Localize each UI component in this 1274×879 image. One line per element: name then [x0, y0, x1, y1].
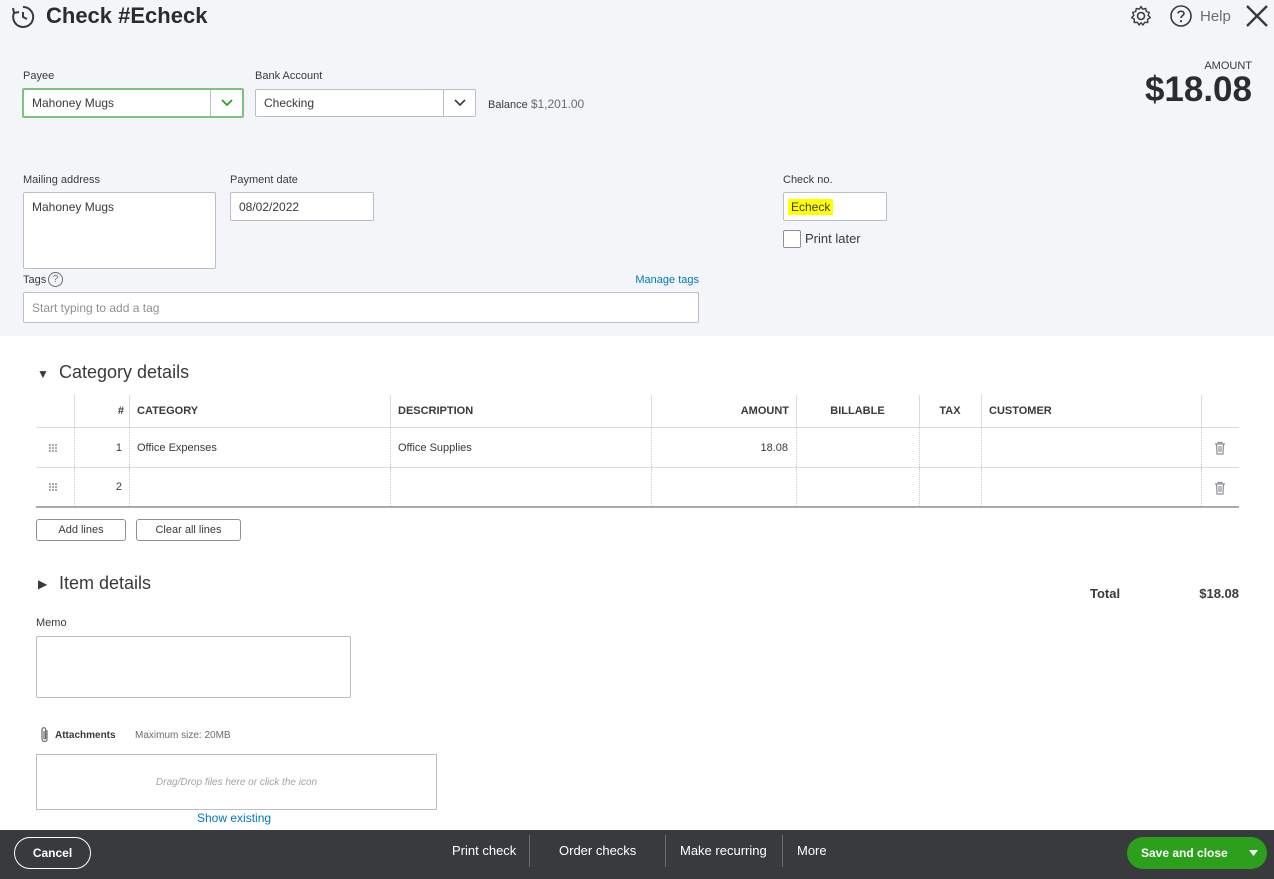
item-details-title[interactable]: Item details	[59, 573, 151, 594]
expand-triangle-icon[interactable]: ▶	[38, 577, 47, 591]
clear-all-lines-button[interactable]: Clear all lines	[136, 519, 241, 541]
recent-history-icon[interactable]	[10, 4, 36, 30]
payee-value: Mahoney Mugs	[32, 96, 115, 110]
attachments-max-size: Maximum size: 20MB	[135, 730, 231, 741]
footer-bar: Cancel Print check Order checks Make rec…	[0, 830, 1274, 879]
page-title: Check #Echeck	[46, 3, 208, 28]
save-and-close-label: Save and close	[1141, 846, 1228, 860]
drag-handle-icon[interactable]	[48, 482, 58, 492]
row-description[interactable]: Office Supplies	[398, 428, 472, 467]
mailing-address-label: Mailing address	[23, 174, 101, 186]
balance: Balance $1,201.00	[488, 97, 584, 111]
footer-divider	[665, 835, 666, 867]
col-billable: BILLABLE	[830, 405, 885, 417]
payment-date-value: 08/02/2022	[239, 199, 300, 214]
row-number: 2	[115, 481, 122, 493]
attachments-label: Attachments	[55, 730, 116, 741]
drag-handle-icon[interactable]	[48, 443, 58, 453]
bank-account-select[interactable]: Checking	[255, 89, 476, 117]
tags-label: Tags	[23, 274, 47, 286]
manage-tags-link[interactable]: Manage tags	[600, 274, 699, 286]
col-customer: CUSTOMER	[989, 405, 1052, 417]
payment-date-label: Payment date	[230, 174, 298, 186]
save-options-dropdown[interactable]	[1239, 837, 1267, 869]
check-no-value: Echeck	[788, 198, 834, 215]
trash-icon[interactable]	[1214, 481, 1226, 495]
show-existing-link[interactable]: Show existing	[197, 811, 271, 825]
collapse-triangle-icon[interactable]: ▼	[37, 367, 49, 381]
bank-account-value: Checking	[264, 96, 315, 110]
col-number: #	[117, 405, 124, 417]
total-label: Total	[1090, 586, 1121, 601]
print-check-link[interactable]: Print check	[452, 830, 516, 870]
tags-input[interactable]: Start typing to add a tag	[23, 292, 699, 323]
category-details-title[interactable]: Category details	[59, 362, 189, 383]
make-recurring-link[interactable]: Make recurring	[680, 830, 767, 870]
tags-help-icon[interactable]: ?	[48, 272, 63, 287]
payment-date-input[interactable]: 08/02/2022	[230, 192, 374, 221]
balance-value: $1,201.00	[530, 97, 585, 111]
bank-account-label: Bank Account	[255, 70, 323, 82]
more-link[interactable]: More	[797, 830, 827, 870]
check-no-input[interactable]: Echeck	[783, 192, 887, 221]
bank-account-dropdown-toggle[interactable]	[443, 90, 475, 116]
footer-divider	[529, 835, 530, 867]
payee-dropdown-toggle[interactable]	[210, 90, 242, 116]
help-link[interactable]: Help	[1200, 8, 1231, 25]
footer-divider	[782, 835, 783, 867]
check-no-label: Check no.	[783, 174, 833, 186]
close-icon[interactable]	[1244, 3, 1270, 29]
col-category: CATEGORY	[137, 405, 199, 417]
payee-label: Payee	[23, 70, 55, 82]
col-amount: AMOUNT	[740, 405, 789, 417]
memo-textarea[interactable]	[36, 636, 351, 698]
cancel-button[interactable]: Cancel	[14, 837, 91, 869]
help-icon[interactable]	[1169, 4, 1193, 28]
category-table: # CATEGORY DESCRIPTION AMOUNT BILLABLE T…	[36, 395, 1239, 508]
tags-placeholder: Start typing to add a tag	[32, 300, 160, 315]
paperclip-icon	[41, 727, 48, 743]
amount-value: $18.08	[1144, 70, 1252, 109]
gear-icon[interactable]	[1129, 4, 1153, 28]
table-row[interactable]: 1 Office Expenses Office Supplies 18.08	[36, 428, 1239, 468]
payee-select[interactable]: Mahoney Mugs	[22, 88, 244, 118]
chevron-down-icon	[220, 99, 233, 107]
table-row[interactable]: 2	[36, 468, 1239, 508]
table-header-row: # CATEGORY DESCRIPTION AMOUNT BILLABLE T…	[36, 395, 1239, 428]
col-description: DESCRIPTION	[398, 405, 474, 417]
trash-icon[interactable]	[1214, 441, 1226, 455]
mailing-address-value: Mahoney Mugs	[32, 200, 115, 214]
memo-label: Memo	[36, 617, 67, 629]
balance-label: Balance	[488, 99, 528, 111]
row-category[interactable]: Office Expenses	[137, 428, 217, 467]
attachments-dropzone[interactable]: Drag/Drop files here or click the icon	[36, 754, 437, 810]
row-number: 1	[115, 441, 122, 454]
mailing-address-textarea[interactable]: Mahoney Mugs	[23, 192, 216, 269]
row-amount[interactable]	[651, 468, 788, 506]
total-value: $18.08	[1199, 586, 1239, 601]
add-lines-button[interactable]: Add lines	[36, 519, 126, 541]
print-later-checkbox[interactable]	[783, 230, 801, 248]
order-checks-link[interactable]: Order checks	[559, 830, 636, 870]
caret-down-icon	[1248, 850, 1258, 856]
save-and-close-button[interactable]: Save and close	[1127, 837, 1267, 869]
row-amount[interactable]: 18.08	[651, 428, 788, 467]
col-tax: TAX	[939, 405, 961, 417]
chevron-down-icon	[453, 99, 466, 107]
print-later-label[interactable]: Print later	[805, 231, 861, 246]
